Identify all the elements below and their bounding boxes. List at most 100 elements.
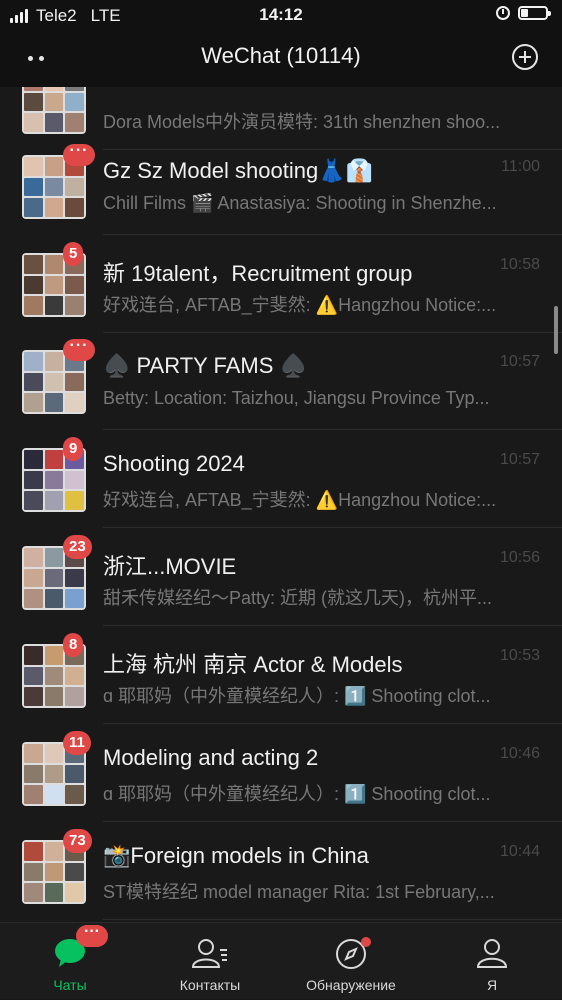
avatar-tile	[44, 113, 64, 132]
divider	[103, 919, 562, 920]
chat-time: 10:53	[499, 647, 540, 664]
avatar-tile	[44, 589, 64, 608]
tab-bar: ··· Чаты Контакты Обнаружение Я	[0, 922, 562, 999]
add-icon[interactable]	[512, 44, 538, 70]
battery-icon	[518, 6, 551, 20]
avatar-tile	[65, 862, 84, 882]
avatar-tile	[44, 785, 64, 804]
avatar-tile	[24, 87, 43, 91]
chat-row[interactable]: 23 浙江...MOVIE 10:56 甜禾传媒经纪～Patty: 近期 (就这…	[0, 528, 562, 626]
avatar-tile	[24, 450, 43, 469]
alarm-icon	[496, 6, 510, 20]
avatar-tile	[24, 113, 43, 132]
avatar-tile	[24, 548, 43, 567]
chat-row[interactable]: 73 📸Foreign models in China 10:44 ST模特经纪…	[0, 822, 562, 920]
avatar-tile	[24, 296, 43, 315]
tab-label: Контакты	[179, 977, 241, 993]
avatar-tile	[65, 666, 84, 686]
status-bar: Tele2 LTE 14:12	[0, 0, 562, 30]
clock: 14:12	[259, 5, 303, 24]
avatar-tile	[65, 568, 84, 588]
chat-name: ♠️ PARTY FAMS ♠️	[103, 353, 307, 378]
chat-time: 10:44	[499, 843, 540, 860]
avatar-tile	[44, 177, 64, 197]
chats-unread-badge: ···	[76, 924, 108, 947]
avatar-tile	[24, 491, 43, 510]
avatar-tile	[24, 785, 43, 804]
avatar-tile	[44, 568, 64, 588]
chat-row[interactable]: ··· ♠️ PARTY FAMS ♠️ 10:57 Betty: Locati…	[0, 332, 562, 430]
avatar-tile	[44, 842, 64, 861]
avatar-tile	[65, 198, 84, 217]
avatar-tile	[44, 646, 64, 665]
chat-name: Gz Sz Model shooting👗👔	[103, 158, 374, 183]
avatar-tile	[44, 862, 64, 882]
tab-contacts[interactable]: Контакты	[140, 923, 280, 1000]
tab-discover[interactable]: Обнаружение	[281, 923, 421, 1000]
chat-preview: ST模特经纪 model manager Rita: 1st February,…	[103, 882, 495, 902]
avatar-tile	[44, 352, 64, 371]
chat-row[interactable]: 11 Modeling and acting 2 10:46 ɑ 耶耶妈（中外童…	[0, 724, 562, 822]
avatar-tile	[44, 255, 64, 274]
tab-label: Чаты	[53, 977, 87, 993]
avatar-tile	[65, 470, 84, 490]
tab-label: Я	[486, 977, 498, 993]
chat-preview: Dora Models中外演员模特: 31th shenzhen shoo...	[103, 112, 501, 132]
avatar-tile	[44, 198, 64, 217]
avatar-tile	[24, 646, 43, 665]
tab-label: Обнаружение	[306, 977, 396, 993]
status-right	[496, 6, 551, 20]
scrollbar[interactable]	[554, 306, 558, 354]
avatar-tile	[24, 177, 43, 197]
avatar-tile	[24, 393, 43, 412]
discover-new-dot	[361, 937, 371, 947]
chat-time: 10:57	[499, 451, 540, 468]
unread-badge: 9	[63, 437, 84, 461]
avatar-tile	[65, 113, 84, 132]
avatar-tile	[65, 785, 84, 804]
avatar-tile	[24, 744, 43, 763]
avatar-tile	[24, 157, 43, 176]
chat-preview: 甜禾传媒经纪～Patty: 近期 (就这几天)，杭州平...	[103, 588, 493, 608]
tab-me[interactable]: Я	[422, 923, 562, 1000]
chat-time: 10:57	[499, 353, 540, 370]
chat-row[interactable]: 9 Shooting 2024 10:57 好戏连台, AFTAB_宁斐然: ⚠…	[0, 430, 562, 528]
avatar-tile	[44, 275, 64, 295]
chat-name: 浙江...MOVIE	[103, 554, 237, 579]
tab-chats[interactable]: ··· Чаты	[0, 923, 140, 1000]
chat-name: 新 19talent，Recruitment group	[103, 261, 413, 286]
avatar-tile	[24, 568, 43, 588]
avatar-tile	[65, 687, 84, 706]
avatar-tile	[65, 393, 84, 412]
chat-time: 10:56	[499, 549, 540, 566]
unread-badge: 11	[63, 731, 91, 755]
chat-preview: 好戏连台, AFTAB_宁斐然: ⚠️Hangzhou Notice:...	[103, 490, 497, 510]
avatar-tile	[44, 296, 64, 315]
chat-preview: Chill Films 🎬 Anastasiya: Shooting in Sh…	[103, 193, 497, 213]
avatar-tile	[44, 450, 64, 469]
avatar-tile	[44, 666, 64, 686]
avatar-tile	[24, 862, 43, 882]
chat-list[interactable]: Dora Models中外演员模特: 31th shenzhen shoo...…	[0, 87, 562, 922]
avatar-tile	[24, 352, 43, 371]
unread-badge: ···	[63, 143, 95, 166]
chat-row[interactable]: 5 新 19talent，Recruitment group 10:58 好戏连…	[0, 235, 562, 333]
avatar-tile	[24, 275, 43, 295]
avatar-tile	[65, 589, 84, 608]
unread-badge: 8	[63, 633, 84, 657]
avatar-tile	[24, 589, 43, 608]
chat-row[interactable]: ··· Gz Sz Model shooting👗👔 11:00 Chill F…	[0, 137, 562, 235]
unread-badge: 73	[63, 829, 92, 853]
avatar-tile	[65, 275, 84, 295]
avatar-tile	[44, 744, 64, 763]
avatar-tile	[44, 764, 64, 784]
chat-preview: ɑ 耶耶妈（中外童模经纪人）: 1️⃣ Shooting clot...	[103, 784, 491, 804]
avatar-tile	[65, 87, 84, 91]
nav-header: WeChat (10114)	[0, 30, 562, 87]
chat-row[interactable]: 8 上海 杭州 南京 Actor & Models 10:53 ɑ 耶耶妈（中外…	[0, 626, 562, 724]
chat-name: 📸Foreign models in China	[103, 843, 369, 868]
avatar-tile	[65, 296, 84, 315]
avatar-tile	[44, 92, 64, 112]
unread-badge: 5	[63, 242, 84, 266]
unread-badge: 23	[63, 535, 92, 559]
